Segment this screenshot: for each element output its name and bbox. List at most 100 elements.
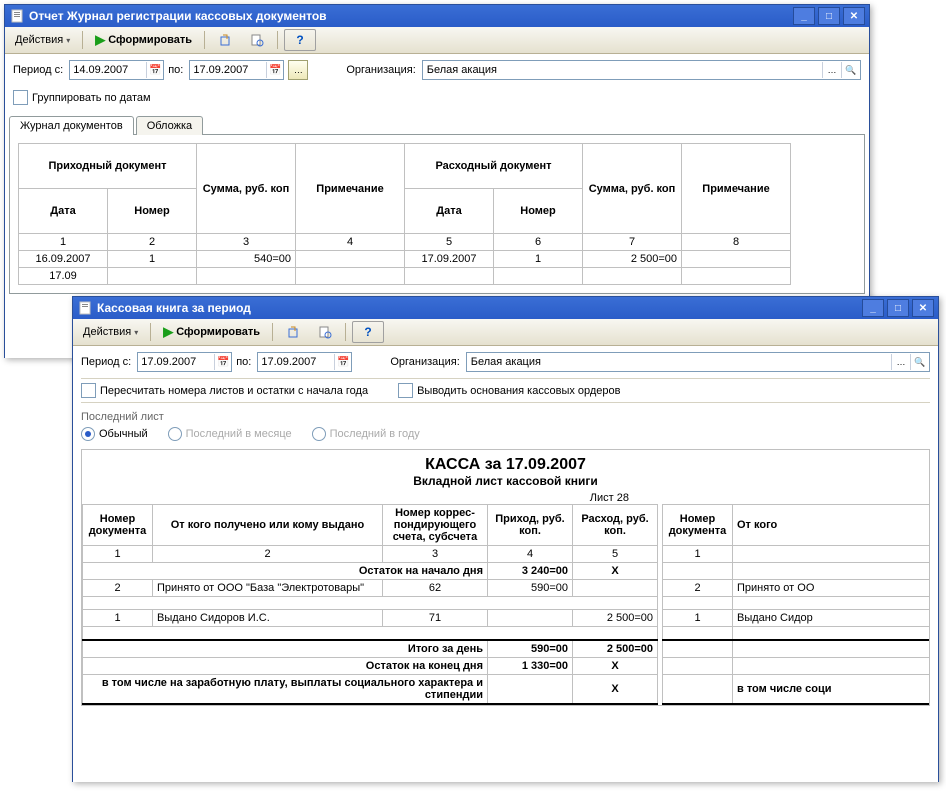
date-to-input[interactable]: 📅	[189, 60, 284, 80]
close-button[interactable]: ✕	[912, 299, 934, 317]
tab-cover[interactable]: Обложка	[136, 116, 203, 135]
journal-table: Приходный документ Сумма, руб. коп Приме…	[18, 143, 791, 285]
show-basis-checkbox[interactable]	[398, 383, 413, 398]
col-number-row: 1234 5678	[19, 234, 791, 251]
titlebar: Кассовая книга за период _ □ ✕	[73, 297, 938, 319]
titlebar: Отчет Журнал регистрации кассовых докуме…	[5, 5, 869, 27]
radio-icon	[168, 427, 182, 441]
window-title: Отчет Журнал регистрации кассовых докуме…	[29, 9, 793, 23]
org-ellipsis-button[interactable]: …	[891, 354, 910, 370]
col-date-in: Дата	[19, 189, 108, 234]
generate-button[interactable]: ▶ Сформировать	[89, 30, 198, 50]
toolbar: Действия ▾ ▶ Сформировать ?	[5, 27, 869, 54]
period-to-label: по:	[236, 356, 251, 368]
tool-icon-1[interactable]	[279, 322, 307, 342]
table-row[interactable]: 2 Принято от ООО "База "Электротовары" 6…	[83, 580, 931, 597]
salary-row: в том числе на заработную плату, выплаты…	[83, 675, 931, 705]
tab-journal[interactable]: Журнал документов	[9, 116, 134, 135]
org-field[interactable]	[467, 354, 891, 370]
play-icon: ▶	[95, 32, 105, 48]
help-button[interactable]: ?	[352, 321, 384, 343]
start-balance-row: Остаток на начало дня 3 240=00 Х	[83, 563, 931, 580]
actions-label: Действия	[15, 34, 63, 46]
recalc-checkbox[interactable]	[81, 383, 96, 398]
col-sum-in: Сумма, руб. коп	[197, 144, 296, 234]
maximize-button[interactable]: □	[818, 7, 840, 25]
date-to-field[interactable]	[190, 62, 266, 78]
org-search-icon[interactable]: 🔍	[841, 62, 860, 78]
col-num-in: Номер	[108, 189, 197, 234]
org-label: Организация:	[346, 64, 415, 76]
date-from-field[interactable]	[70, 62, 146, 78]
close-button[interactable]: ✕	[843, 7, 865, 25]
calendar-icon[interactable]: 📅	[214, 354, 231, 370]
date-from-field[interactable]	[138, 354, 214, 370]
col-docnum-2: Номер документа	[663, 505, 733, 546]
actions-menu[interactable]: Действия ▾	[77, 324, 144, 340]
last-sheet-label: Последний лист	[81, 411, 930, 423]
org-ellipsis-button[interactable]: …	[822, 62, 841, 78]
calendar-icon[interactable]: 📅	[266, 62, 283, 78]
report-icon	[77, 300, 93, 316]
col-date-out: Дата	[405, 189, 494, 234]
minimize-button[interactable]: _	[793, 7, 815, 25]
col-note-out: Примечание	[682, 144, 791, 234]
calendar-icon[interactable]: 📅	[334, 354, 351, 370]
period-from-label: Период с:	[13, 64, 63, 76]
col-note-in: Примечание	[296, 144, 405, 234]
help-button[interactable]: ?	[284, 29, 316, 51]
chevron-down-icon: ▾	[134, 328, 138, 337]
maximize-button[interactable]: □	[887, 299, 909, 317]
report-icon	[9, 8, 25, 24]
group-by-dates-checkbox[interactable]	[13, 90, 28, 105]
org-input[interactable]: … 🔍	[466, 352, 930, 372]
table-row[interactable]: 16.09.20071 540=00 17.09.20071 2 500=00	[19, 251, 791, 268]
org-input[interactable]: … 🔍	[422, 60, 861, 80]
date-from-input[interactable]: 📅	[69, 60, 164, 80]
table-row[interactable]: 1 Выдано Сидоров И.С. 71 2 500=00 1 Выда…	[83, 610, 931, 627]
col-outgo: Расход, руб. коп.	[573, 505, 658, 546]
recalc-label: Пересчитать номера листов и остатки с на…	[100, 385, 368, 397]
col-corr: Номер коррес-пондирующего счета, субсчет…	[383, 505, 488, 546]
tool-icon-2[interactable]	[243, 30, 271, 50]
col-num-out: Номер	[494, 189, 583, 234]
period-select-button[interactable]: …	[288, 60, 308, 80]
org-search-icon[interactable]: 🔍	[910, 354, 929, 370]
col-out-doc: Расходный документ	[405, 144, 583, 189]
cashbook-table: Номер документа От кого получено или ком…	[82, 504, 930, 705]
end-balance-row: Остаток на конец дня 1 330=00 Х	[83, 658, 931, 675]
actions-menu[interactable]: Действия ▾	[9, 32, 76, 48]
col-in-doc: Приходный документ	[19, 144, 197, 189]
date-from-input[interactable]: 📅	[137, 352, 232, 372]
cashbook-title: КАССА за 17.09.2007	[82, 456, 929, 474]
org-field[interactable]	[423, 62, 822, 78]
radio-last-year[interactable]: Последний в году	[312, 427, 420, 441]
date-to-field[interactable]	[258, 354, 334, 370]
calendar-icon[interactable]: 📅	[146, 62, 163, 78]
show-basis-label: Выводить основания кассовых ордеров	[417, 385, 620, 397]
col-fromwho: От кого	[733, 505, 931, 546]
window-title: Кассовая книга за период	[97, 301, 862, 315]
minimize-button[interactable]: _	[862, 299, 884, 317]
date-to-input[interactable]: 📅	[257, 352, 352, 372]
total-row: Итого за день 590=00 2 500=00	[83, 640, 931, 658]
group-by-dates-label: Группировать по датам	[32, 92, 151, 104]
col-number-row: 123 45 1	[83, 546, 931, 563]
radio-last-month[interactable]: Последний в месяце	[168, 427, 292, 441]
tool-icon-2[interactable]	[311, 322, 339, 342]
radio-icon	[312, 427, 326, 441]
tool-icon-1[interactable]	[211, 30, 239, 50]
period-to-label: по:	[168, 64, 183, 76]
cashbook-area: КАССА за 17.09.2007 Вкладной лист кассов…	[81, 449, 930, 706]
cashbook-window: Кассовая книга за период _ □ ✕ Действия …	[72, 296, 939, 782]
toolbar: Действия ▾ ▶ Сформировать ?	[73, 319, 938, 346]
col-fromto: От кого получено или кому выдано	[153, 505, 383, 546]
generate-button[interactable]: ▶ Сформировать	[157, 322, 266, 342]
org-label: Организация:	[390, 356, 459, 368]
filter-row: Период с: 📅 по: 📅 … Организация: … 🔍	[5, 54, 869, 86]
tabs: Журнал документов Обложка	[5, 115, 869, 134]
col-docnum: Номер документа	[83, 505, 153, 546]
radio-normal[interactable]: Обычный	[81, 427, 148, 441]
period-from-label: Период с:	[81, 356, 131, 368]
table-row[interactable]: 17.09	[19, 268, 791, 285]
